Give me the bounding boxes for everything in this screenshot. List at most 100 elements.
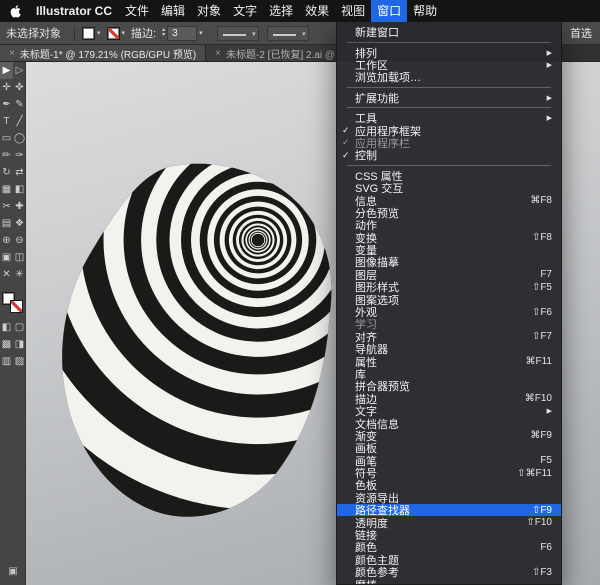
tool-icon[interactable]: ⊖ [13, 232, 26, 249]
fill-stroke-swatches [2, 292, 23, 313]
menu-separator [347, 87, 551, 89]
tool-icon[interactable]: ▤ [0, 215, 13, 232]
stroke-color-swatch[interactable] [106, 26, 120, 40]
tool-icon[interactable]: ✕ [0, 266, 13, 283]
tool-icon[interactable]: ✜ [13, 79, 26, 96]
chevron-down-icon[interactable]: ▾ [199, 29, 203, 37]
menubar-item-window-active[interactable]: 窗口 [371, 0, 408, 22]
tool-icon[interactable]: ✑ [13, 147, 26, 164]
checkmark-icon: ✓ [342, 125, 350, 136]
tool-icon[interactable]: ✚ [13, 198, 26, 215]
brush-definition-dropdown[interactable] [266, 25, 309, 41]
stroke-none-swatch[interactable] [10, 300, 23, 313]
tool-icon[interactable]: ▢ [13, 319, 26, 336]
checkmark-icon: ✓ [342, 149, 350, 160]
fill-color-swatch[interactable] [82, 26, 95, 40]
screen-mode-button[interactable]: ▣ [0, 566, 26, 577]
tool-icon[interactable]: ✎ [13, 96, 26, 113]
window-menu: 新建窗口 排列 ▶ 工作区 ▶ 浏览加载项… 扩展功能 ▶ 工具 ▶ ✓ 应用程序框架 ✓ 应用程序栏 ✓ 控… [336, 22, 562, 585]
tool-icon[interactable]: ❖ [13, 215, 26, 232]
tool-icon[interactable]: T [0, 113, 13, 130]
menu-item[interactable]: ✓ 控制 [337, 149, 561, 163]
tool-icon[interactable]: ◧ [0, 319, 13, 336]
menu-item[interactable]: 浏览加载项… [337, 71, 561, 84]
apple-menu-icon[interactable] [9, 4, 23, 19]
tool-icon[interactable]: ▭ [0, 130, 13, 147]
menu-item-shortcut: ⌘F8 [530, 194, 552, 206]
tool-icon[interactable]: ✏ [0, 147, 13, 164]
tab-title: 未标题-1* @ 179.21% (RGB/GPU 预览) [19, 49, 197, 61]
menubar-item[interactable]: 文字 [227, 0, 263, 22]
tool-icon[interactable]: ▨ [13, 353, 26, 370]
chevron-down-icon[interactable]: ▾ [97, 29, 101, 37]
menu-item-shortcut: F7 [540, 269, 552, 281]
menu-item-shortcut: ⇧⌘F11 [517, 467, 552, 479]
menu-item-shortcut: ⌘F9 [530, 430, 552, 442]
menubar-items: 文件 编辑 对象 文字 选择 效果 视图 窗口 帮助 [119, 0, 443, 22]
menu-item-shortcut: F5 [540, 455, 552, 467]
menu-item-shortcut: ⇧F5 [531, 281, 552, 293]
tool-icon[interactable]: ◫ [13, 249, 26, 266]
menubar-item[interactable]: 文件 [119, 0, 155, 22]
menu-item-shortcut: ⌘F10 [524, 393, 552, 405]
tool-icon[interactable]: ◧ [13, 181, 26, 198]
tool-icon[interactable]: ▦ [0, 181, 13, 198]
menu-item-shortcut: ⇧F7 [531, 331, 552, 343]
menubar-item[interactable]: 选择 [263, 0, 299, 22]
menu-separator [347, 107, 551, 109]
submenu-arrow-icon: ▶ [546, 94, 552, 102]
menu-item-shortcut: ⇧F8 [531, 232, 552, 244]
menubar-item[interactable]: 视图 [335, 0, 371, 22]
tool-icon[interactable]: ✒ [0, 96, 13, 113]
menubar: Illustrator CC 文件 编辑 对象 文字 选择 效果 视图 窗口 帮助 [0, 0, 600, 22]
tool-icon[interactable]: ▥ [0, 353, 13, 370]
tool-extra-grid: ◧ ▢ ▩ ◨ ▥ ▨ [0, 319, 25, 370]
submenu-arrow-icon: ▶ [546, 49, 552, 57]
app-menu-title[interactable]: Illustrator CC [29, 0, 119, 22]
menubar-item[interactable]: 编辑 [155, 0, 191, 22]
menu-item[interactable]: 魔棒 [337, 577, 561, 584]
document-tab[interactable]: × 未标题-1* @ 179.21% (RGB/GPU 预览) [0, 45, 207, 61]
tool-icon[interactable]: ✛ [0, 79, 13, 96]
tool-icon[interactable]: ╱ [13, 113, 26, 130]
menu-item-label: 魔棒 [355, 577, 377, 584]
menubar-item[interactable]: 对象 [191, 0, 227, 22]
tool-icon[interactable]: ▶ [0, 62, 13, 79]
tool-grid: ▶ ▷ ✛ ✜ ✒ ✎ T ╱ ▭ ◯ ✏ ✑ ↻ ⇄ ▦ ◧ ✂ ✚ ▤ ❖ ⊕ ⊖ ▣ ◫ ✕ ✳ [0, 62, 25, 283]
menu-item-shortcut: F6 [540, 541, 552, 553]
menubar-item[interactable]: 帮助 [407, 0, 443, 22]
torus-artwork [62, 163, 332, 517]
submenu-arrow-icon: ▶ [546, 61, 552, 69]
no-selection-label: 未选择对象 [6, 28, 61, 40]
stroke-weight-label: 描边: [131, 28, 157, 40]
tool-icon[interactable]: ◯ [13, 130, 26, 147]
tool-icon[interactable]: ✳ [13, 266, 26, 283]
tab-close-icon[interactable]: × [215, 48, 221, 59]
tool-icon[interactable]: ▩ [0, 336, 13, 353]
tool-icon[interactable]: ↻ [0, 164, 13, 181]
tool-icon[interactable]: ✂ [0, 198, 13, 215]
menubar-item[interactable]: 效果 [299, 0, 335, 22]
tool-icon[interactable]: ▣ [0, 249, 13, 266]
tool-icon[interactable]: ⇄ [13, 164, 26, 181]
menu-item-shortcut: ⇧F9 [531, 504, 552, 516]
menu-item-shortcut: ⌘F11 [525, 356, 553, 368]
tool-icon[interactable]: ◨ [13, 336, 26, 353]
stroke-weight-stepper[interactable]: ▴ ▾ [162, 27, 165, 38]
menu-item-label: 扩展功能 [355, 92, 399, 105]
tool-icon[interactable]: ⊕ [0, 232, 13, 249]
menu-item-label: 新建窗口 [355, 27, 399, 40]
stroke-weight-input[interactable]: 3 [167, 25, 198, 41]
submenu-arrow-icon: ▶ [546, 408, 552, 416]
menu-item-shortcut: ⇧F3 [531, 566, 552, 578]
preferences-button[interactable]: 首选 [570, 25, 594, 41]
menu-item[interactable]: 新建窗口 [337, 26, 561, 40]
menu-item[interactable]: 属性 ⌘F11 [337, 355, 561, 369]
tool-icon[interactable]: ▷ [13, 62, 26, 79]
tab-close-icon[interactable]: × [9, 48, 15, 59]
menu-item-shortcut: ⇧F10 [526, 517, 552, 529]
chevron-down-icon[interactable]: ▾ [122, 29, 126, 37]
menu-item[interactable]: 扩展功能 ▶ [337, 92, 561, 105]
menu-item-label: 控制 [355, 150, 377, 163]
variable-width-profile-dropdown[interactable] [216, 25, 259, 41]
